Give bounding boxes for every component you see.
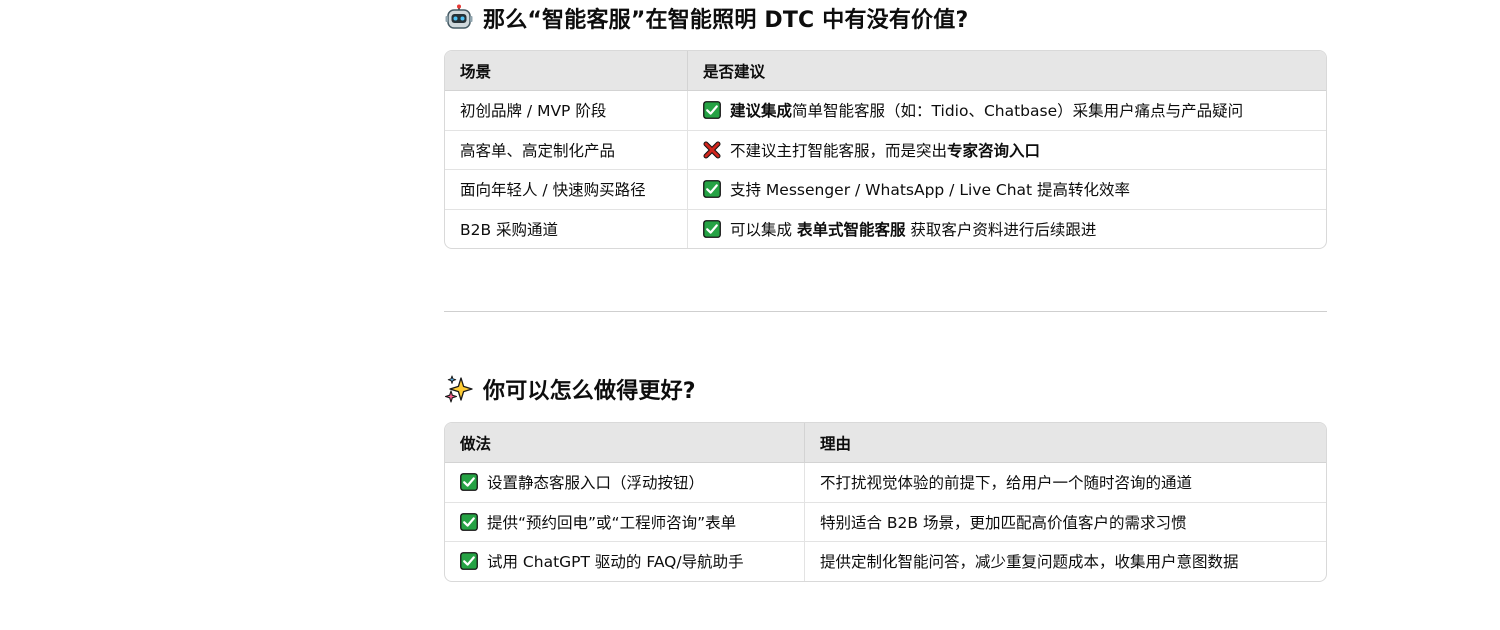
recommendation-cell: 支持 Messenger / WhatsApp / Live Chat 提高转化… [688,170,1326,209]
table-header-row: 场景 是否建议 [445,51,1326,91]
check-icon [703,180,721,199]
emphasis-text: 表单式智能客服 [796,220,906,239]
practice-text: 提供“预约回电”或“工程师咨询”表单 [487,513,737,532]
plain-text: 不建议主打智能客服，而是突出 [730,141,948,160]
reason-cell: 不打扰视觉体验的前提下，给用户一个随时咨询的通道 [820,474,1193,493]
reason-cell: 提供定制化智能问答，减少重复问题成本，收集用户意图数据 [820,553,1239,572]
plain-text: 支持 Messenger / WhatsApp / Live Chat 提高转化… [730,181,1131,200]
recommendation-cell: 不建议主打智能客服，而是突出专家咨询入口 [688,131,1326,170]
check-icon [703,219,721,238]
section-title: 你可以怎么做得更好? [483,379,696,404]
practice-cell: 提供“预约回电”或“工程师咨询”表单 [445,502,805,541]
column-header-reason: 理由 [820,434,852,453]
practice-text: 试用 ChatGPT 驱动的 FAQ/导航助手 [487,553,744,572]
practice-text: 设置静态客服入口（浮动按钮） [487,474,705,493]
practice-cell: 试用 ChatGPT 驱动的 FAQ/导航助手 [445,542,805,581]
table-header-row: 做法 理由 [445,423,1326,463]
column-header-practice: 做法 [445,423,805,462]
section-divider [444,311,1327,312]
table-row: B2B 采购通道 可以集成 表单式智能客服 获取客户资料进行后续跟进 [445,208,1326,249]
document-page: 那么“智能客服”在智能照明 DTC 中有没有价值? 场景 是否建议 初创品牌 /… [0,0,1500,630]
check-icon [460,473,478,492]
recommendation-text: 建议集成简单智能客服（如：Tidio、Chatbase）采集用户痛点与产品疑问 [730,99,1243,121]
robot-icon [445,4,473,32]
practice-cell: 设置静态客服入口（浮动按钮） [445,463,805,502]
recommendation-cell: 建议集成简单智能客服（如：Tidio、Chatbase）采集用户痛点与产品疑问 [688,91,1326,130]
table-row: 设置静态客服入口（浮动按钮） 不打扰视觉体验的前提下，给用户一个随时咨询的通道 [445,463,1326,502]
table-row: 试用 ChatGPT 驱动的 FAQ/导航助手 提供定制化智能问答，减少重复问题成… [445,541,1326,581]
table-row: 提供“预约回电”或“工程师咨询”表单 特别适合 B2B 场景，更加匹配高价值客户的… [445,501,1326,541]
plain-text: 获取客户资料进行后续跟进 [905,220,1097,239]
section-heading-improve: 你可以怎么做得更好? [445,373,696,405]
check-icon [703,101,721,120]
column-header-recommendation: 是否建议 [703,62,766,81]
sparkles-icon [445,375,473,403]
improvement-table: 做法 理由 设置静态客服入口（浮动按钮） 不打扰视觉体验的前提下，给用户一个随时咨… [444,422,1327,582]
column-header-scenario: 场景 [445,51,688,90]
emphasis-text: 专家咨询入口 [947,141,1041,160]
plain-text: 简单智能客服（如：Tidio、Chatbase）采集用户痛点与产品疑问 [792,102,1244,121]
scenario-cell: 初创品牌 / MVP 阶段 [445,91,688,130]
plain-text: 可以集成 [730,220,797,239]
scenario-cell: 高客单、高定制化产品 [445,130,688,169]
scenario-cell: 面向年轻人 / 快速购买路径 [445,170,688,209]
section-heading-value: 那么“智能客服”在智能照明 DTC 中有没有价值? [445,2,968,34]
table-row: 初创品牌 / MVP 阶段 建议集成简单智能客服（如：Tidio、Chatbase… [445,91,1326,130]
cross-icon [703,141,721,159]
emphasis-text: 建议集成 [730,102,793,121]
value-table: 场景 是否建议 初创品牌 / MVP 阶段 建议集成简单智能客服（如：Tidio、… [444,50,1327,249]
check-icon [460,512,478,531]
table-row: 面向年轻人 / 快速购买路径 支持 Messenger / WhatsApp / … [445,169,1326,209]
table-row: 高客单、高定制化产品 不建议主打智能客服，而是突出专家咨询入口 [445,129,1326,170]
recommendation-text: 支持 Messenger / WhatsApp / Live Chat 提高转化… [730,178,1130,200]
recommendation-cell: 可以集成 表单式智能客服 获取客户资料进行后续跟进 [688,210,1326,249]
recommendation-text: 可以集成 表单式智能客服 获取客户资料进行后续跟进 [730,218,1096,240]
check-icon [460,552,478,571]
scenario-cell: B2B 采购通道 [445,209,688,248]
recommendation-text: 不建议主打智能客服，而是突出专家咨询入口 [730,139,1040,161]
section-title: 那么“智能客服”在智能照明 DTC 中有没有价值? [483,8,969,33]
reason-cell: 特别适合 B2B 场景，更加匹配高价值客户的需求习惯 [820,513,1187,532]
